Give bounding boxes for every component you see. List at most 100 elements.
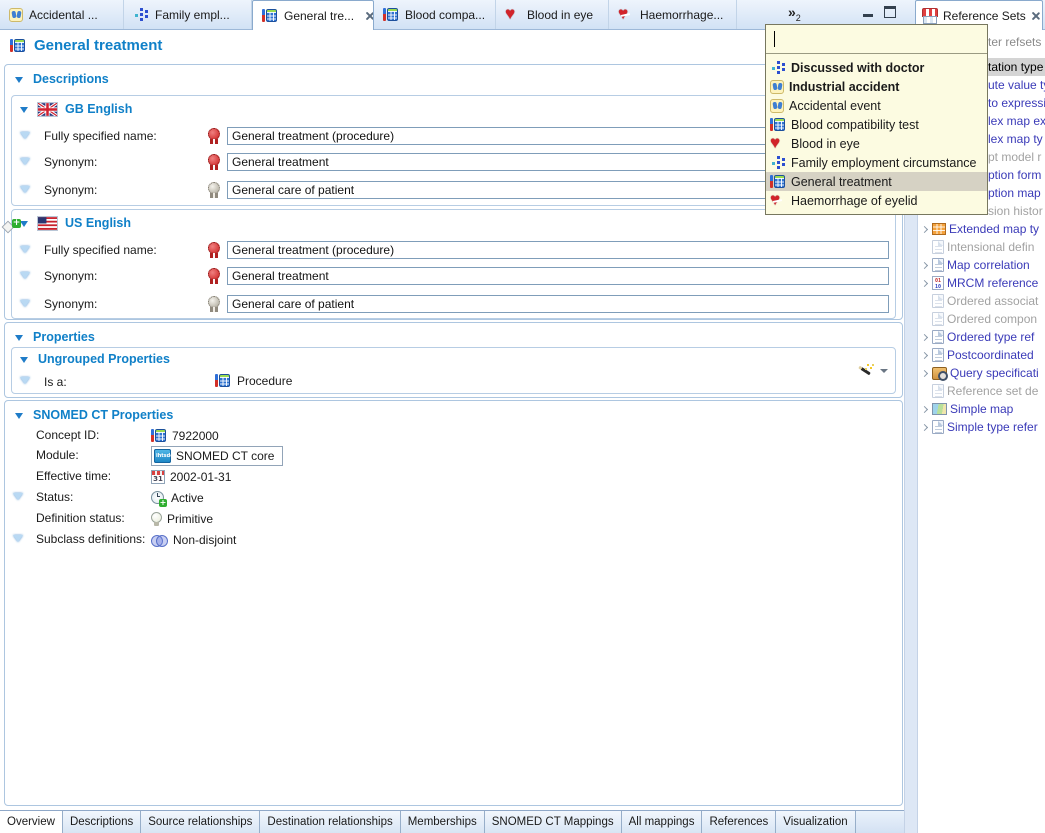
calendar-icon bbox=[151, 470, 165, 484]
view-tab[interactable]: SNOMED CT Mappings bbox=[485, 811, 622, 833]
concept-suggestion[interactable]: Blood in eye bbox=[766, 134, 987, 153]
refset-list-item[interactable]: Extended map ty bbox=[918, 220, 1045, 238]
concept-suggestion[interactable]: Industrial accident bbox=[766, 77, 987, 96]
property-value-text: SNOMED CT core bbox=[176, 449, 274, 463]
concept-suggestion[interactable]: Haemorrhage of eyelid bbox=[766, 191, 987, 210]
expand-arrow-icon[interactable] bbox=[920, 423, 929, 432]
chevron-down-icon[interactable] bbox=[20, 157, 32, 167]
property-value: Active bbox=[151, 488, 204, 508]
properties-header[interactable]: Properties bbox=[15, 330, 95, 344]
minimize-icon[interactable] bbox=[862, 7, 874, 19]
refset-label: Reference set de bbox=[947, 384, 1038, 398]
view-tab[interactable]: Destination relationships bbox=[260, 811, 400, 833]
view-tab[interactable]: Descriptions bbox=[63, 811, 141, 833]
chevron-down-icon[interactable] bbox=[20, 376, 32, 386]
view-tab[interactable]: Visualization bbox=[776, 811, 855, 833]
description-input[interactable] bbox=[227, 267, 889, 285]
concept-suggestion[interactable]: Accidental event bbox=[766, 96, 987, 115]
ribbon-red-icon bbox=[208, 242, 221, 258]
refset-label: Query specificati bbox=[950, 366, 1039, 380]
expand-arrow-icon[interactable] bbox=[920, 225, 929, 234]
collapse-icon[interactable] bbox=[15, 333, 25, 342]
concept-picker-popup: Discussed with doctor Industrial acciden… bbox=[765, 24, 988, 215]
concept-search-input[interactable] bbox=[766, 25, 987, 54]
chevron-down-icon[interactable] bbox=[20, 245, 32, 255]
editor-tab[interactable]: Family empl... bbox=[124, 0, 252, 29]
chevron-down-icon[interactable] bbox=[20, 271, 32, 281]
descriptions-header[interactable]: Descriptions bbox=[15, 72, 109, 86]
expand-arrow-icon[interactable] bbox=[920, 369, 929, 378]
concept-suggestion[interactable]: Family employment circumstance bbox=[766, 153, 987, 172]
view-tab[interactable]: Memberships bbox=[401, 811, 485, 833]
view-tab[interactable]: All mappings bbox=[622, 811, 703, 833]
chevron-down-icon[interactable] bbox=[880, 369, 888, 373]
expand-arrow-icon[interactable] bbox=[920, 333, 929, 342]
refset-list-item[interactable]: Simple map bbox=[918, 400, 1045, 418]
edit-property-button[interactable] bbox=[857, 363, 888, 379]
isa-value-text: Procedure bbox=[237, 374, 292, 388]
snomed-properties-header[interactable]: SNOMED CT Properties bbox=[15, 408, 173, 422]
concept-suggestion[interactable]: Discussed with doctor bbox=[766, 58, 987, 77]
collapse-icon[interactable] bbox=[20, 219, 30, 228]
collapse-icon[interactable] bbox=[15, 411, 25, 420]
editor-tab-label: Family empl... bbox=[155, 8, 230, 22]
collapse-icon[interactable] bbox=[15, 75, 25, 84]
concept-suggestion[interactable]: Blood compatibility test bbox=[766, 115, 987, 134]
refset-list-item[interactable]: Reference set de bbox=[918, 382, 1045, 400]
editor-tab-label: Blood in eye bbox=[527, 8, 593, 22]
refset-filter-input[interactable]: ter refsets bbox=[988, 35, 1041, 49]
refset-list-item[interactable]: Intensional defin bbox=[918, 238, 1045, 256]
refset-list-item[interactable]: MRCM reference bbox=[918, 274, 1045, 292]
view-tab[interactable]: Overview bbox=[0, 811, 63, 833]
description-row: Fully specified name: bbox=[12, 241, 895, 261]
concept-suggestion[interactable]: General treatment bbox=[766, 172, 987, 191]
refset-list-item[interactable]: Query specificati bbox=[918, 364, 1045, 382]
gb-english-header[interactable]: GB English bbox=[20, 102, 132, 116]
property-value: Primitive bbox=[151, 509, 213, 529]
description-input[interactable] bbox=[227, 241, 889, 259]
refset-list-item[interactable]: Ordered type ref bbox=[918, 328, 1045, 346]
concept-title-text: General treatment bbox=[34, 37, 162, 54]
view-tab[interactable]: Source relationships bbox=[141, 811, 260, 833]
editor-tab-label: General tre... bbox=[284, 9, 354, 23]
us-english-header[interactable]: US English bbox=[20, 216, 131, 230]
editor-tab[interactable]: General tre... bbox=[252, 0, 374, 30]
expand-arrow-icon[interactable] bbox=[920, 279, 929, 288]
procedure-icon bbox=[770, 174, 786, 190]
refset-list-item[interactable]: Ordered compon bbox=[918, 310, 1045, 328]
editor-tab[interactable]: Blood compa... bbox=[374, 0, 496, 29]
add-description-icon[interactable] bbox=[2, 219, 21, 232]
description-row: Synonym: bbox=[12, 153, 895, 173]
maximize-icon[interactable] bbox=[884, 6, 896, 18]
expand-arrow-icon[interactable] bbox=[920, 351, 929, 360]
expand-arrow-icon[interactable] bbox=[920, 261, 929, 270]
collapse-icon[interactable] bbox=[20, 355, 30, 364]
chevron-down-icon[interactable] bbox=[20, 299, 32, 309]
chevron-down-icon[interactable] bbox=[13, 492, 25, 502]
chevron-down-icon[interactable] bbox=[20, 131, 32, 141]
expand-arrow-icon[interactable] bbox=[920, 405, 929, 414]
heart-pulse-icon bbox=[770, 193, 786, 209]
concept-suggestion-label: Industrial accident bbox=[789, 80, 899, 94]
concept-suggestion-label: Family employment circumstance bbox=[791, 156, 976, 170]
property-value-text: 2002-01-31 bbox=[170, 470, 231, 484]
description-input[interactable] bbox=[227, 295, 889, 313]
view-tab[interactable]: References bbox=[702, 811, 776, 833]
collapse-icon[interactable] bbox=[20, 105, 30, 114]
description-type-label: Synonym: bbox=[44, 269, 97, 283]
close-icon[interactable] bbox=[1031, 11, 1041, 21]
refset-list-item[interactable]: Ordered associat bbox=[918, 292, 1045, 310]
refset-list-item[interactable]: Simple type refer bbox=[918, 418, 1045, 436]
tab-overflow-button[interactable]: »2 bbox=[788, 4, 801, 23]
ungrouped-properties-header[interactable]: Ungrouped Properties bbox=[20, 352, 170, 366]
chevron-down-icon[interactable] bbox=[13, 534, 25, 544]
editor-tab[interactable]: Accidental ... bbox=[0, 0, 124, 29]
close-icon[interactable] bbox=[364, 11, 374, 21]
editor-tab[interactable]: Blood in eye bbox=[496, 0, 609, 29]
chevron-down-icon[interactable] bbox=[20, 185, 32, 195]
refset-label: Extended map ty bbox=[949, 222, 1039, 236]
refset-list-item[interactable]: Map correlation bbox=[918, 256, 1045, 274]
editor-tab[interactable]: Haemorrhage... bbox=[609, 0, 737, 29]
procedure-icon bbox=[262, 8, 278, 24]
refset-list-item[interactable]: Postcoordinated bbox=[918, 346, 1045, 364]
